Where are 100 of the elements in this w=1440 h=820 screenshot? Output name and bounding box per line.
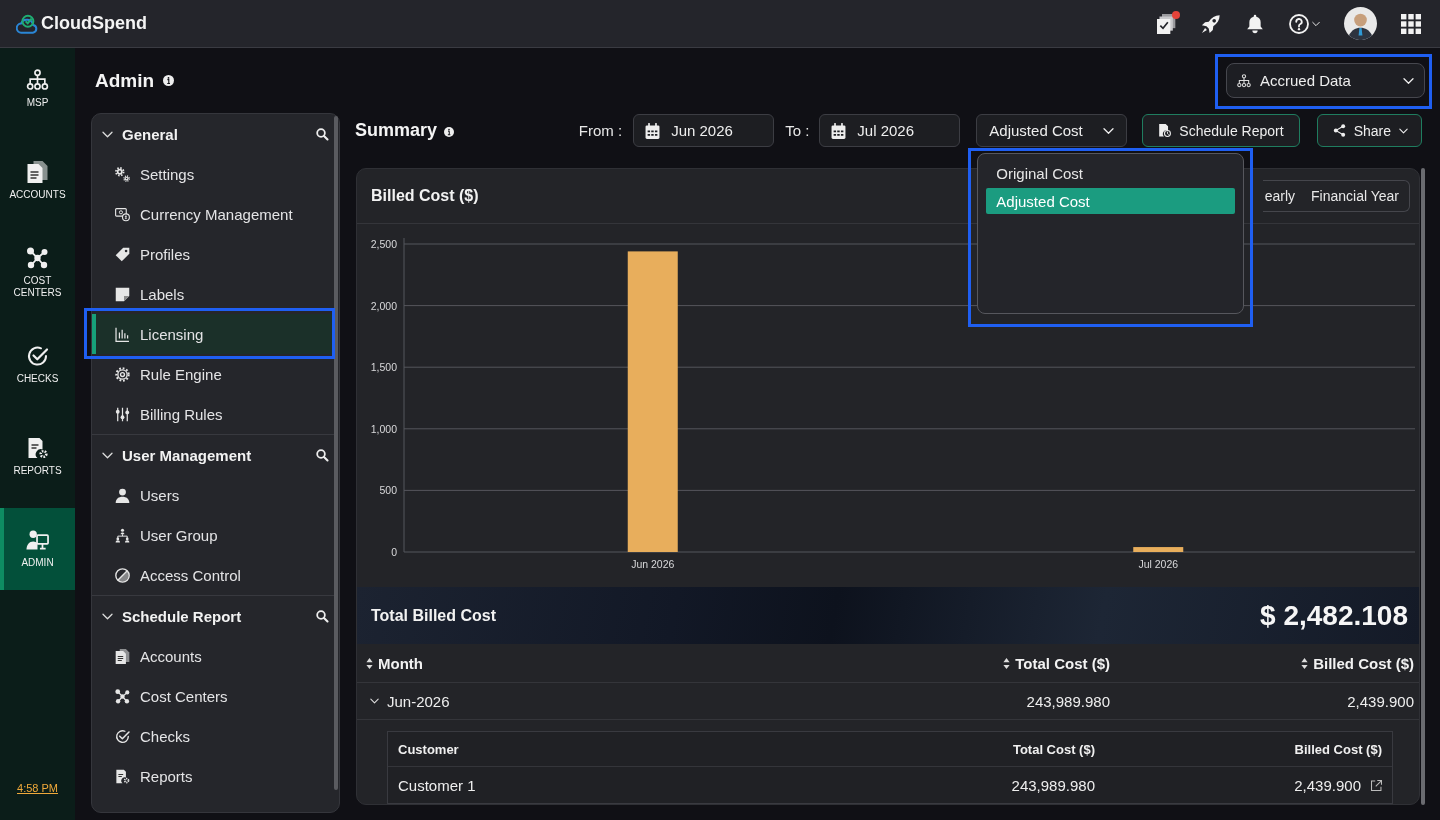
bar-chart-icon <box>115 326 130 342</box>
menu-item[interactable]: User Group <box>92 515 334 555</box>
external-link-icon[interactable] <box>1371 779 1382 791</box>
section-header[interactable]: General <box>102 125 178 143</box>
bell-icon[interactable] <box>1245 13 1265 34</box>
nav-item[interactable]: ADMIN <box>0 508 75 590</box>
date-field[interactable]: Jun 2026 <box>633 114 775 147</box>
nav-item[interactable]: MSP <box>0 48 75 130</box>
document-clock-icon <box>1158 124 1172 137</box>
period-tab[interactable]: Financial Year <box>1301 181 1409 211</box>
time-link[interactable]: 4:58 PM <box>17 782 58 794</box>
scrollbar[interactable] <box>1421 168 1425 805</box>
nav-item[interactable]: ACCOUNTS <box>0 140 75 222</box>
schedule-report-button[interactable]: Schedule Report <box>1142 114 1300 147</box>
menu-item[interactable]: Accounts <box>92 636 334 676</box>
date-field[interactable]: Jul 2026 <box>819 114 961 147</box>
section-title: Summary <box>355 120 438 141</box>
sort-icon <box>1301 657 1309 669</box>
scrollbar[interactable] <box>334 116 338 790</box>
calendar-icon <box>831 122 847 139</box>
circle-slash-icon <box>115 567 130 583</box>
menu-item[interactable]: Checks <box>92 716 334 756</box>
column-header[interactable]: Month <box>366 654 860 672</box>
nodes-icon <box>115 688 130 704</box>
dropdown-option[interactable]: Original Cost <box>986 160 1236 186</box>
period-tab[interactable]: early <box>1262 181 1302 211</box>
section-header[interactable]: User Management <box>102 446 252 464</box>
user-icon <box>115 487 130 503</box>
cost-select[interactable]: Adjusted Cost <box>976 114 1128 147</box>
cloud-logo-icon <box>16 13 38 34</box>
table-cell-text: 243,989.980 <box>1025 692 1110 710</box>
money-icon <box>115 206 130 222</box>
people-hierarchy-icon <box>115 527 130 543</box>
axis-label: Jun 2026 <box>631 558 675 570</box>
sliders-icon <box>115 406 130 422</box>
menu-item[interactable]: Rule Engine <box>92 354 334 394</box>
menu-item[interactable]: Profiles <box>92 234 334 274</box>
report-icon <box>115 768 130 784</box>
share-icon <box>1332 124 1346 137</box>
search-icon[interactable] <box>316 448 329 462</box>
menu-item[interactable]: Users <box>92 475 334 515</box>
checklist-icon[interactable] <box>1157 13 1177 34</box>
avatar-icon[interactable] <box>1344 7 1377 40</box>
sort-icon <box>1003 657 1011 669</box>
menu-item[interactable]: Access Control <box>92 555 334 595</box>
nodes-icon <box>26 247 49 269</box>
search-icon[interactable] <box>316 609 329 623</box>
menu-item[interactable]: Billing Rules <box>92 394 334 434</box>
table-cell-text: Customer 1 <box>398 776 477 794</box>
axis-label: 0 <box>391 546 397 558</box>
table-cell: Jun-2026 <box>387 692 450 710</box>
gears-icon <box>115 166 130 182</box>
column-header[interactable]: Billed Cost ($) <box>1110 654 1414 672</box>
menu-item[interactable]: Reports <box>92 756 334 796</box>
rocket-icon[interactable] <box>1201 13 1221 34</box>
document-icon <box>115 648 130 664</box>
chevron-icon <box>102 130 113 138</box>
axis-label: 500 <box>379 484 397 497</box>
apps-grid-icon[interactable] <box>1401 13 1421 34</box>
table-cell-text: 243,989.980 <box>1010 776 1095 794</box>
menu-item[interactable]: Currency Management <box>92 194 334 234</box>
search-icon[interactable] <box>316 127 329 141</box>
menu-item[interactable]: Cost Centers <box>92 676 334 716</box>
page-title: Admin <box>95 69 155 92</box>
help-icon[interactable] <box>1289 13 1309 34</box>
card-title: Billed Cost ($) <box>371 187 479 205</box>
person-monitor-icon <box>26 529 49 551</box>
org-chart-icon <box>26 69 49 91</box>
column-header: Customer <box>398 741 460 757</box>
axis-label: 2,000 <box>370 299 397 312</box>
nav-item[interactable]: REPORTS <box>0 416 75 498</box>
gear-icon <box>115 366 130 382</box>
total-value: $ 2,482.108 <box>1260 599 1408 632</box>
menu-item[interactable]: Labels <box>92 274 334 314</box>
check-circle-icon <box>26 345 49 367</box>
org-chart-icon <box>1237 73 1251 88</box>
nav-item[interactable]: COST CENTERS <box>0 232 75 314</box>
chevron-icon <box>1399 127 1408 134</box>
calendar-icon <box>645 122 661 139</box>
info-icon[interactable] <box>163 75 175 86</box>
data-source-select[interactable]: Accrued Data <box>1226 63 1425 98</box>
total-label: Total Billed Cost <box>371 606 497 625</box>
menu-item[interactable]: Licensing <box>92 314 334 354</box>
menu-item[interactable]: Settings <box>92 154 334 194</box>
check-circle-icon <box>115 728 130 744</box>
column-header: Billed Cost ($) <box>1293 741 1382 757</box>
nav-item[interactable]: CHECKS <box>0 324 75 406</box>
report-icon <box>26 437 49 459</box>
chevron-icon <box>102 451 113 459</box>
info-icon[interactable] <box>444 127 455 137</box>
chevron-icon <box>102 612 113 620</box>
caret-icon[interactable] <box>1312 20 1320 27</box>
chevron-icon[interactable] <box>370 698 379 704</box>
axis-label: Jul 2026 <box>1138 558 1179 570</box>
brand-name: CloudSpend <box>41 13 147 34</box>
section-header[interactable]: Schedule Report <box>102 607 242 625</box>
sort-icon <box>366 657 373 669</box>
share-button[interactable]: Share <box>1316 114 1422 147</box>
column-header[interactable]: Total Cost ($) <box>860 654 1110 672</box>
chevron-icon <box>1403 76 1414 85</box>
